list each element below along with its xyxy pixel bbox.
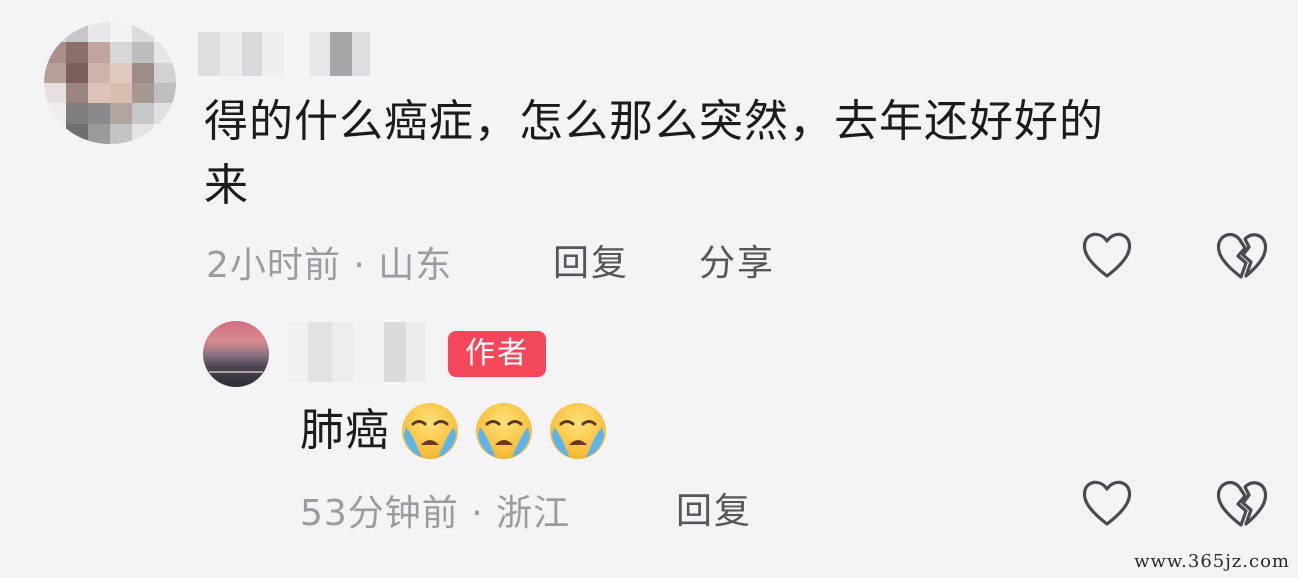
comment-text-line2: 来 [204,160,249,211]
broken-heart-icon[interactable] [1214,230,1270,282]
commenter-avatar[interactable] [44,22,176,144]
reply-content: 肺癌 [300,395,608,467]
crying-face-emoji [550,403,606,459]
reply-reply-button[interactable]: 回复 [676,482,752,534]
comment-text-line1: 得的什么癌症，怎么那么突然，去年还好好的 [204,96,1104,147]
share-button[interactable]: 分享 [699,234,775,286]
author-name[interactable] [288,322,426,382]
broken-heart-icon[interactable] [1214,478,1270,530]
reply-text: 肺癌 [300,405,390,456]
comment-time-location: 2小时前 · 山东 [206,245,453,286]
author-badge: 作者 [448,331,546,377]
commenter-name[interactable] [198,32,370,76]
reply-time-location: 53分钟前 · 浙江 [300,493,571,534]
author-avatar[interactable] [203,321,269,387]
crying-face-emoji [476,403,532,459]
crying-face-emoji [402,403,458,459]
heart-outline-icon[interactable] [1080,478,1134,528]
reply-button[interactable]: 回复 [553,234,629,286]
watermark: www.365jz.com [1134,551,1290,572]
heart-outline-icon[interactable] [1080,230,1134,280]
